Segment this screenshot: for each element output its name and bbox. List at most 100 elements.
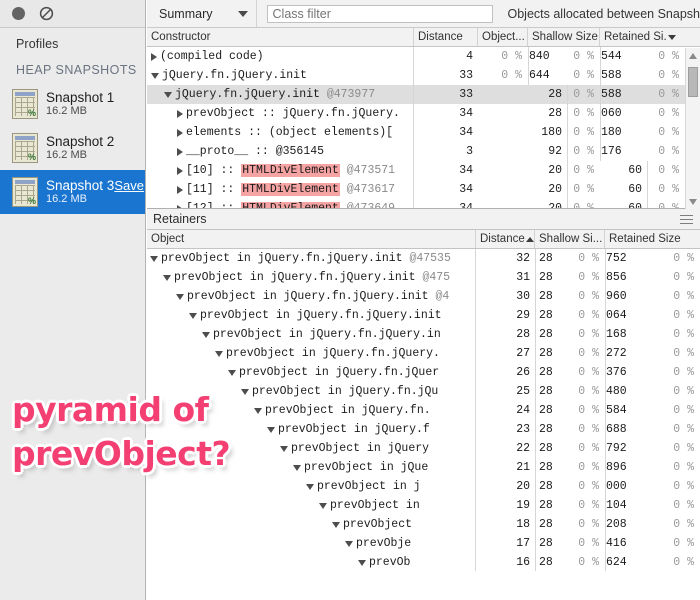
triangle-down-icon[interactable] bbox=[332, 521, 340, 528]
column-header-distance[interactable]: Distance bbox=[414, 28, 478, 46]
constructor-cell-name[interactable]: [12] :: HTMLDivElement @473649 bbox=[147, 199, 414, 208]
snapshot-item[interactable]: % Snapshot 3 Save 16.2 MB bbox=[0, 170, 145, 214]
triangle-right-icon[interactable] bbox=[177, 128, 183, 137]
retainer-row[interactable]: prevObject in jQuery.fn. 24 28 0 % 584 0 % bbox=[147, 401, 700, 420]
hamburger-icon[interactable] bbox=[680, 212, 693, 227]
retainer-cell-object[interactable]: prevObject in jQuery.fn.jQuery.in bbox=[147, 325, 476, 344]
column-header-retainer-shallow-size[interactable]: Shallow Si... bbox=[535, 230, 605, 248]
retainer-cell-object[interactable]: prevObject in jQuery.f bbox=[147, 420, 476, 439]
retainer-cell-object[interactable]: prevObject in jQuery.fn. bbox=[147, 401, 476, 420]
triangle-down-icon[interactable] bbox=[306, 483, 314, 490]
constructor-row[interactable]: __proto__ :: @356145 3 92 0 % 176 0 % bbox=[147, 142, 700, 161]
column-header-object[interactable]: Object bbox=[147, 230, 476, 248]
retainer-row[interactable]: prevObject in jQuery.fn.jQu 25 28 0 % 480 0 % bbox=[147, 382, 700, 401]
retainer-cell-object[interactable]: prevObject in jQue bbox=[147, 458, 476, 477]
clear-prohibited-icon[interactable] bbox=[39, 6, 54, 21]
retainer-cell-object[interactable]: prevObject in jQuery.fn.jQuery.init @4 bbox=[147, 287, 476, 306]
triangle-down-icon[interactable] bbox=[293, 464, 301, 471]
constructor-cell-name[interactable]: [10] :: HTMLDivElement @473571 bbox=[147, 161, 414, 180]
retainer-cell-object[interactable]: prevOb bbox=[147, 553, 476, 571]
constructor-cell-name[interactable]: jQuery.fn.jQuery.init @473977 bbox=[147, 85, 414, 104]
triangle-down-icon[interactable] bbox=[345, 540, 353, 547]
column-header-retainer-distance[interactable]: Distance bbox=[476, 230, 535, 248]
retainer-row[interactable]: prevObject in jQuery 22 28 0 % 792 0 % bbox=[147, 439, 700, 458]
constructor-cell-name[interactable]: prevObject :: jQuery.fn.jQuery. bbox=[147, 104, 414, 123]
column-header-constructor[interactable]: Constructor bbox=[147, 28, 414, 46]
constructor-row[interactable]: [10] :: HTMLDivElement @473571 34 20 0 % 60 0… bbox=[147, 161, 700, 180]
triangle-down-icon[interactable] bbox=[228, 369, 236, 376]
scroll-down-button[interactable] bbox=[686, 194, 700, 209]
constructor-row[interactable]: (compiled code) 4 0 % 840 0 % 544 0 % bbox=[147, 47, 700, 66]
triangle-down-icon[interactable] bbox=[241, 388, 249, 395]
column-header-shallow-size[interactable]: Shallow Size bbox=[528, 28, 600, 46]
column-header-objects-count[interactable]: Object... bbox=[478, 28, 528, 46]
retainer-cell-object[interactable]: prevObject in j bbox=[147, 477, 476, 496]
retainer-row[interactable]: prevObject in jQuery.fn.jQuery.init 29 28 0… bbox=[147, 306, 700, 325]
retainer-row[interactable]: prevObject in jQuery.fn.jQuer 26 28 0 % 376 0… bbox=[147, 363, 700, 382]
retainer-cell-object[interactable]: prevObject in jQuery.fn.jQuery.init @475… bbox=[147, 249, 476, 268]
scrollbar-thumb[interactable] bbox=[688, 67, 698, 97]
triangle-right-icon[interactable] bbox=[177, 204, 183, 208]
constructor-vertical-scrollbar[interactable] bbox=[685, 48, 700, 209]
triangle-down-icon[interactable] bbox=[319, 502, 327, 509]
retainer-row[interactable]: prevObject in j 20 28 0 % 000 0 % bbox=[147, 477, 700, 496]
retainer-cell-object[interactable]: prevObject in jQuery bbox=[147, 439, 476, 458]
constructor-cell-name[interactable]: (compiled code) bbox=[147, 47, 414, 66]
triangle-down-icon[interactable] bbox=[254, 407, 262, 414]
retainer-cell-object[interactable]: prevObject in jQuery.fn.jQu bbox=[147, 382, 476, 401]
constructor-cell-name[interactable]: elements :: (object elements)[ bbox=[147, 123, 414, 142]
retainer-row[interactable]: prevObject in 19 28 0 % 104 0 % bbox=[147, 496, 700, 515]
constructor-row[interactable]: elements :: (object elements)[34 180 0 % 18… bbox=[147, 123, 700, 142]
record-circle-icon[interactable] bbox=[12, 7, 25, 20]
retainer-cell-object[interactable]: prevObje bbox=[147, 534, 476, 553]
retainer-row[interactable]: prevObject in jQuery.fn.jQuery.in 28 28 0 %… bbox=[147, 325, 700, 344]
triangle-down-icon[interactable] bbox=[215, 350, 223, 357]
retainer-row[interactable]: prevObject in jQuery.fn.jQuery.init @475… bbox=[147, 249, 700, 268]
retainer-row[interactable]: prevObject in jQuery.fn.jQuery.init @4 30… bbox=[147, 287, 700, 306]
triangle-right-icon[interactable] bbox=[177, 166, 183, 175]
triangle-right-icon[interactable] bbox=[177, 185, 183, 194]
constructor-cell-name[interactable]: __proto__ :: @356145 bbox=[147, 142, 414, 161]
retainer-row[interactable]: prevObje 17 28 0 % 416 0 % bbox=[147, 534, 700, 553]
constructor-row[interactable]: [12] :: HTMLDivElement @47364934200 %600… bbox=[147, 199, 700, 208]
triangle-down-icon[interactable] bbox=[176, 293, 184, 300]
scroll-up-button[interactable] bbox=[686, 48, 700, 63]
retainer-cell-object[interactable]: prevObject in bbox=[147, 496, 476, 515]
triangle-down-icon[interactable] bbox=[267, 426, 275, 433]
triangle-right-icon[interactable] bbox=[177, 109, 183, 118]
triangle-right-icon[interactable] bbox=[151, 52, 157, 61]
retainer-cell-object[interactable]: prevObject in jQuery.fn.jQuery.init @475 bbox=[147, 268, 476, 287]
snapshot-item[interactable]: % Snapshot 1 16.2 MB bbox=[0, 82, 145, 126]
retainer-row[interactable]: prevOb 16 28 0 % 624 0 % bbox=[147, 553, 700, 571]
retainer-cell-object[interactable]: prevObject bbox=[147, 515, 476, 534]
snapshot-save-link[interactable]: Save bbox=[114, 178, 144, 193]
column-header-retained-size[interactable]: Retained Si. bbox=[600, 28, 700, 46]
constructor-row[interactable]: jQuery.fn.jQuery.init 33 0 % 644 0 % 588 0 % bbox=[147, 66, 700, 85]
retainer-cell-object[interactable]: prevObject in jQuery.fn.jQuery. bbox=[147, 344, 476, 363]
snapshot-item[interactable]: % Snapshot 2 16.2 MB bbox=[0, 126, 145, 170]
triangle-down-icon[interactable] bbox=[280, 445, 288, 452]
triangle-down-icon[interactable] bbox=[150, 255, 158, 262]
constructor-cell-name[interactable]: [11] :: HTMLDivElement @473617 bbox=[147, 180, 414, 199]
triangle-down-icon[interactable] bbox=[358, 559, 366, 566]
triangle-down-icon[interactable] bbox=[202, 331, 210, 338]
class-filter-input[interactable] bbox=[266, 4, 493, 23]
constructor-row[interactable]: jQuery.fn.jQuery.init @473977 33 28 0 % 588 0… bbox=[147, 85, 700, 104]
retainer-row[interactable]: prevObject in jQuery.fn.jQuery. 27 28 0 % 27… bbox=[147, 344, 700, 363]
column-header-retainer-retained-size[interactable]: Retained Size bbox=[605, 230, 700, 248]
retainer-cell-object[interactable]: prevObject in jQuery.fn.jQuery.init bbox=[147, 306, 476, 325]
constructor-row[interactable]: [11] :: HTMLDivElement @473617 34 20 0 % 60 0… bbox=[147, 180, 700, 199]
retainer-row[interactable]: prevObject in jQuery.fn.jQuery.init @475… bbox=[147, 268, 700, 287]
triangle-down-icon[interactable] bbox=[164, 91, 172, 98]
triangle-right-icon[interactable] bbox=[177, 147, 183, 156]
constructor-cell-name[interactable]: jQuery.fn.jQuery.init bbox=[147, 66, 414, 85]
constructor-row[interactable]: prevObject :: jQuery.fn.jQuery. 34 28 0 % 06… bbox=[147, 104, 700, 123]
retainer-row[interactable]: prevObject 18 28 0 % 208 0 % bbox=[147, 515, 700, 534]
triangle-down-icon[interactable] bbox=[151, 72, 159, 79]
retainer-row[interactable]: prevObject in jQuery.f 23 28 0 % 688 0 % bbox=[147, 420, 700, 439]
retainer-cell-object[interactable]: prevObject in jQuery.fn.jQuer bbox=[147, 363, 476, 382]
triangle-down-icon[interactable] bbox=[163, 274, 171, 281]
triangle-down-icon[interactable] bbox=[189, 312, 197, 319]
view-mode-select[interactable]: Summary bbox=[147, 0, 257, 27]
retainer-row[interactable]: prevObject in jQue 21 28 0 % 896 0 % bbox=[147, 458, 700, 477]
